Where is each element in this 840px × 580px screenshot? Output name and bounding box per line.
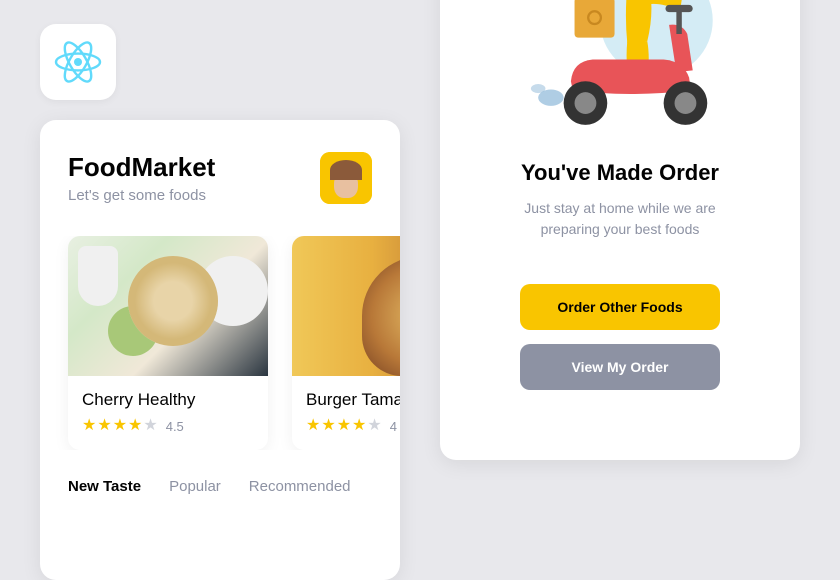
food-name: Cherry Healthy xyxy=(82,390,254,410)
star-icon: ★ xyxy=(352,418,366,434)
order-other-foods-button[interactable]: Order Other Foods xyxy=(520,284,720,330)
food-name: Burger Tamayo xyxy=(306,390,400,410)
food-card[interactable]: Cherry Healthy ★ ★ ★ ★ ★ 4.5 xyxy=(68,236,268,450)
react-logo-badge xyxy=(40,24,116,100)
react-icon xyxy=(54,38,102,86)
view-my-order-button[interactable]: View My Order xyxy=(520,344,720,390)
star-icon: ★ xyxy=(97,418,111,434)
food-card-body: Cherry Healthy ★ ★ ★ ★ ★ 4.5 xyxy=(68,376,268,450)
subtitle-line: Just stay at home while we are xyxy=(524,200,715,216)
star-icon: ★ xyxy=(113,418,127,434)
home-header: FoodMarket Let's get some foods xyxy=(40,120,400,228)
order-success-subtitle: Just stay at home while we are preparing… xyxy=(524,198,715,240)
rating-value: 4 xyxy=(390,419,397,434)
subtitle-line: preparing your best foods xyxy=(541,221,700,237)
star-icon: ★ xyxy=(306,418,320,434)
star-icon: ★ xyxy=(128,418,142,434)
food-rating: ★ ★ ★ ★ ★ 4.5 xyxy=(82,418,254,434)
star-icon: ★ xyxy=(321,418,335,434)
star-icon: ★ xyxy=(367,418,381,434)
food-rating: ★ ★ ★ ★ ★ 4 xyxy=(306,418,400,434)
app-subtitle: Let's get some foods xyxy=(68,187,215,204)
star-icon: ★ xyxy=(143,418,157,434)
header-text: FoodMarket Let's get some foods xyxy=(68,152,215,204)
profile-avatar[interactable] xyxy=(320,152,372,204)
star-icon: ★ xyxy=(337,418,351,434)
order-success-screen: You've Made Order Just stay at home whil… xyxy=(440,0,800,460)
star-rating: ★ ★ ★ ★ ★ xyxy=(82,418,158,434)
tab-new-taste[interactable]: New Taste xyxy=(68,478,141,505)
food-card-body: Burger Tamayo ★ ★ ★ ★ ★ 4 xyxy=(292,376,400,450)
tab-recommended[interactable]: Recommended xyxy=(249,478,351,505)
home-screen: FoodMarket Let's get some foods Cherry H… xyxy=(40,120,400,580)
food-image xyxy=(292,236,400,376)
food-cards-carousel[interactable]: Cherry Healthy ★ ★ ★ ★ ★ 4.5 Burger Tama… xyxy=(40,236,400,450)
star-icon: ★ xyxy=(82,418,96,434)
star-rating: ★ ★ ★ ★ ★ xyxy=(306,418,382,434)
category-tabs: New Taste Popular Recommended xyxy=(40,450,400,505)
tab-popular[interactable]: Popular xyxy=(169,478,221,505)
delivery-scooter-icon xyxy=(520,0,720,144)
delivery-illustration xyxy=(520,0,720,144)
rating-value: 4.5 xyxy=(166,419,184,434)
app-title: FoodMarket xyxy=(68,152,215,183)
food-image xyxy=(68,236,268,376)
food-card[interactable]: Burger Tamayo ★ ★ ★ ★ ★ 4 xyxy=(292,236,400,450)
order-success-title: You've Made Order xyxy=(521,160,719,186)
avatar-image xyxy=(320,152,372,204)
